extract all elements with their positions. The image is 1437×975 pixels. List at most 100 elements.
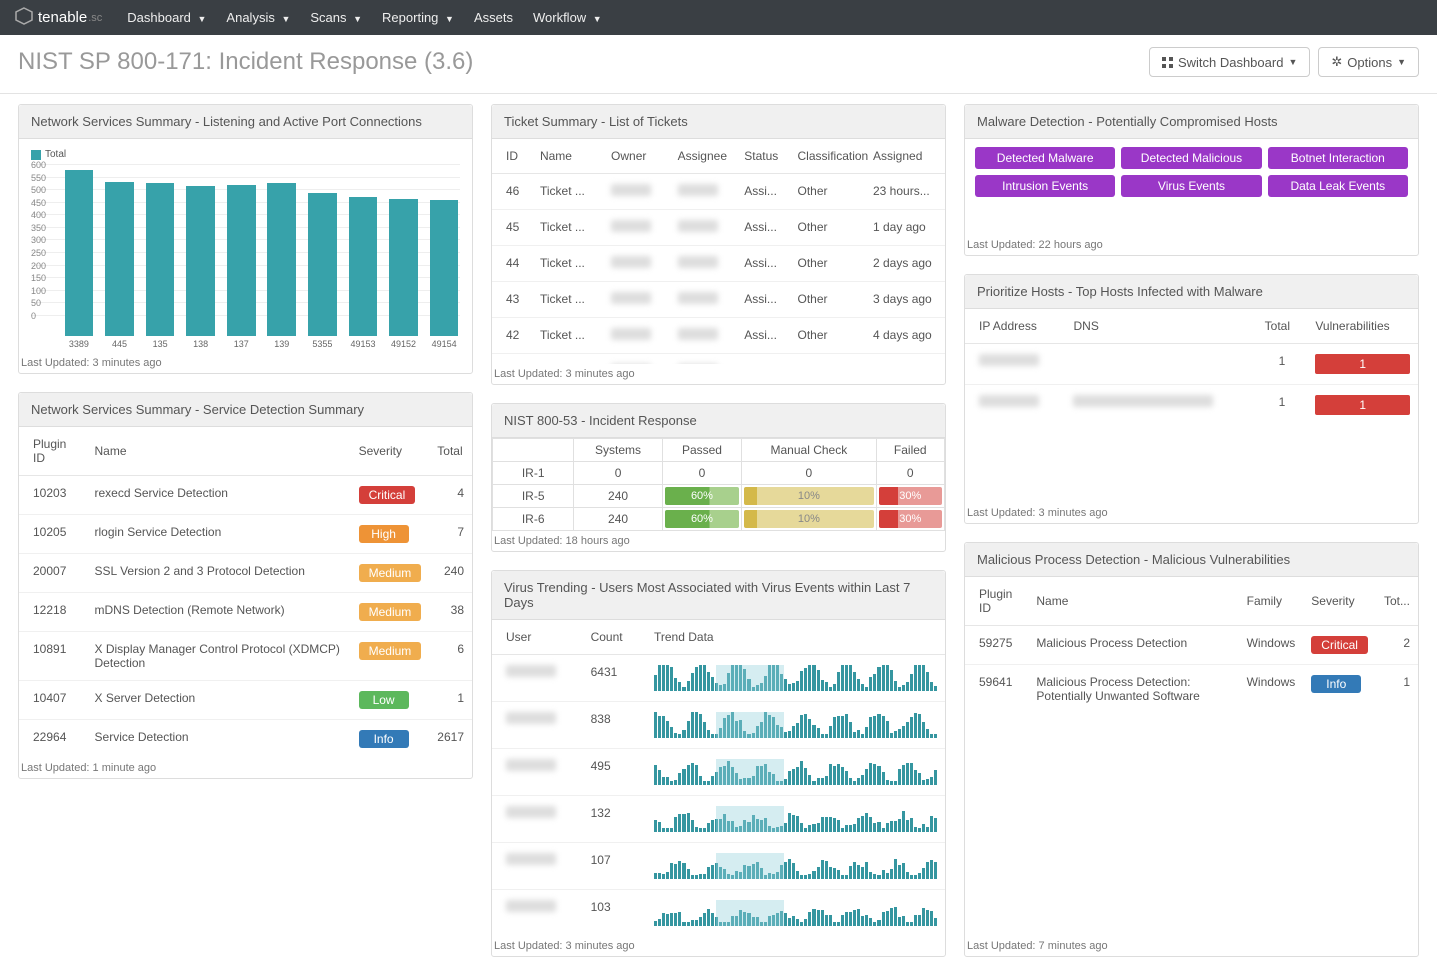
- options-label: Options: [1347, 55, 1392, 70]
- col-header: Manual Check: [742, 439, 876, 462]
- col-header[interactable]: DNS: [1065, 309, 1256, 344]
- table-row[interactable]: IR-524060%10%30%: [493, 485, 945, 508]
- table-row[interactable]: 132: [492, 796, 945, 843]
- table-row[interactable]: 46Ticket ...Assi...Other23 hours...: [492, 174, 945, 210]
- chart-bar[interactable]: [267, 183, 296, 336]
- col-header[interactable]: Name: [1028, 577, 1238, 626]
- col-header[interactable]: Severity: [351, 427, 430, 476]
- gear-icon: ✲: [1331, 54, 1342, 70]
- table-row[interactable]: 103: [492, 890, 945, 937]
- panel-title: Ticket Summary - List of Tickets: [492, 105, 945, 139]
- table-row[interactable]: 10407X Server DetectionLow1: [19, 681, 472, 720]
- prioritize-table: IP AddressDNSTotalVulnerabilities 1111: [965, 309, 1418, 425]
- bar-chart[interactable]: 050100150200250300350400450500550600 338…: [31, 164, 460, 349]
- table-row[interactable]: 107: [492, 843, 945, 890]
- malware-filter-button[interactable]: Botnet Interaction: [1268, 147, 1408, 169]
- malware-filter-button[interactable]: Virus Events: [1121, 175, 1261, 197]
- sparkline[interactable]: [654, 712, 937, 738]
- bar-label: 49152: [391, 339, 416, 349]
- table-row[interactable]: 495: [492, 749, 945, 796]
- panel-footer: Last Updated: 7 minutes ago: [965, 936, 1418, 956]
- table-row[interactable]: IR-10000: [493, 462, 945, 485]
- panel-footer: Last Updated: 18 hours ago: [492, 531, 945, 551]
- table-row[interactable]: 10203rexecd Service DetectionCritical4: [19, 476, 472, 515]
- tickets-table: IDNameOwnerAssigneeStatusClassificationA…: [492, 139, 945, 364]
- col-header[interactable]: Plugin ID: [965, 577, 1028, 626]
- nav-workflow[interactable]: Workflow ▼: [533, 10, 602, 25]
- chart-bar[interactable]: [389, 199, 418, 337]
- table-row[interactable]: IR-624060%10%30%: [493, 508, 945, 531]
- col-header[interactable]: Vulnerabilities: [1307, 309, 1418, 344]
- col-header[interactable]: Assigned: [865, 139, 945, 174]
- table-row[interactable]: 11: [965, 385, 1418, 426]
- table-row[interactable]: 59275Malicious Process DetectionWindowsC…: [965, 626, 1418, 665]
- table-row[interactable]: 44Ticket ...Assi...Other2 days ago: [492, 246, 945, 282]
- sparkline[interactable]: [654, 806, 937, 832]
- sparkline[interactable]: [654, 759, 937, 785]
- col-header[interactable]: Name: [532, 139, 603, 174]
- col-header[interactable]: Owner: [603, 139, 670, 174]
- col-header[interactable]: IP Address: [965, 309, 1065, 344]
- malware-filter-button[interactable]: Data Leak Events: [1268, 175, 1408, 197]
- chart-bar[interactable]: [430, 200, 459, 336]
- malware-filter-button[interactable]: Intrusion Events: [975, 175, 1115, 197]
- severity-badge: Critical: [1311, 636, 1368, 654]
- table-row[interactable]: 20007SSL Version 2 and 3 Protocol Detect…: [19, 554, 472, 593]
- nav-analysis[interactable]: Analysis ▼: [226, 10, 290, 25]
- panel-footer: Last Updated: 3 minutes ago: [19, 353, 472, 373]
- table-row[interactable]: 12218mDNS Detection (Remote Network)Medi…: [19, 593, 472, 632]
- severity-badge: Info: [1311, 675, 1361, 693]
- table-row[interactable]: 43Ticket ...Assi...Other3 days ago: [492, 282, 945, 318]
- sparkline[interactable]: [654, 900, 937, 926]
- nav-dashboard[interactable]: Dashboard ▼: [127, 10, 206, 25]
- table-row[interactable]: 838: [492, 702, 945, 749]
- col-header[interactable]: Status: [736, 139, 789, 174]
- sparkline[interactable]: [654, 665, 937, 691]
- vuln-count-badge: 1: [1315, 354, 1410, 374]
- table-row[interactable]: 11: [965, 344, 1418, 385]
- table-row[interactable]: 42Ticket ...Assi...Other4 days ago: [492, 318, 945, 354]
- col-header: Trend Data: [646, 620, 945, 655]
- col-header[interactable]: Classification: [790, 139, 865, 174]
- chart-bar[interactable]: [308, 193, 337, 336]
- sparkline[interactable]: [654, 853, 937, 879]
- col-header: Failed: [876, 439, 944, 462]
- chart-bar[interactable]: [227, 185, 256, 336]
- table-row[interactable]: 41Ticket ...Assi...Other5 days ago: [492, 354, 945, 365]
- table-row[interactable]: 10891X Display Manager Control Protocol …: [19, 632, 472, 681]
- col-header[interactable]: Family: [1239, 577, 1304, 626]
- col-header[interactable]: Total: [429, 427, 472, 476]
- nav-scans[interactable]: Scans ▼: [310, 10, 362, 25]
- chart-bar[interactable]: [65, 170, 94, 336]
- col-header[interactable]: Severity: [1303, 577, 1376, 626]
- col-header: [493, 439, 574, 462]
- chart-bar[interactable]: [105, 182, 134, 336]
- switch-dashboard-button[interactable]: Switch Dashboard ▼: [1149, 47, 1310, 77]
- col-header[interactable]: Total: [1257, 309, 1308, 344]
- chart-bar[interactable]: [186, 186, 215, 336]
- col-header: Count: [583, 620, 646, 655]
- bar-label: 137: [234, 339, 249, 349]
- malware-filter-button[interactable]: Detected Malicious: [1121, 147, 1261, 169]
- table-row[interactable]: 45Ticket ...Assi...Other1 day ago: [492, 210, 945, 246]
- options-button[interactable]: ✲ Options ▼: [1318, 47, 1419, 77]
- malware-filter-button[interactable]: Detected Malware: [975, 147, 1115, 169]
- brand[interactable]: tenable.sc: [15, 7, 102, 29]
- table-row[interactable]: 22964Service DetectionInfo2617: [19, 720, 472, 759]
- col-header[interactable]: ID: [492, 139, 532, 174]
- col-header[interactable]: Assignee: [670, 139, 737, 174]
- col-header: Systems: [574, 439, 662, 462]
- chart-bar[interactable]: [146, 183, 175, 336]
- col-header[interactable]: Name: [87, 427, 351, 476]
- panel-footer: Last Updated: 3 minutes ago: [965, 503, 1418, 523]
- col-header[interactable]: Plugin ID: [19, 427, 87, 476]
- top-nav: tenable.sc Dashboard ▼ Analysis ▼ Scans ▼ R…: [0, 0, 1437, 35]
- table-row[interactable]: 59641Malicious Process Detection: Potent…: [965, 665, 1418, 714]
- nav-assets[interactable]: Assets: [474, 10, 513, 25]
- table-row[interactable]: 6431: [492, 655, 945, 702]
- nav-reporting[interactable]: Reporting ▼: [382, 10, 454, 25]
- table-row[interactable]: 10205rlogin Service DetectionHigh7: [19, 515, 472, 554]
- col-header[interactable]: Tot...: [1376, 577, 1418, 626]
- chart-bar[interactable]: [349, 197, 378, 336]
- service-detection-panel: Network Services Summary - Service Detec…: [18, 392, 473, 779]
